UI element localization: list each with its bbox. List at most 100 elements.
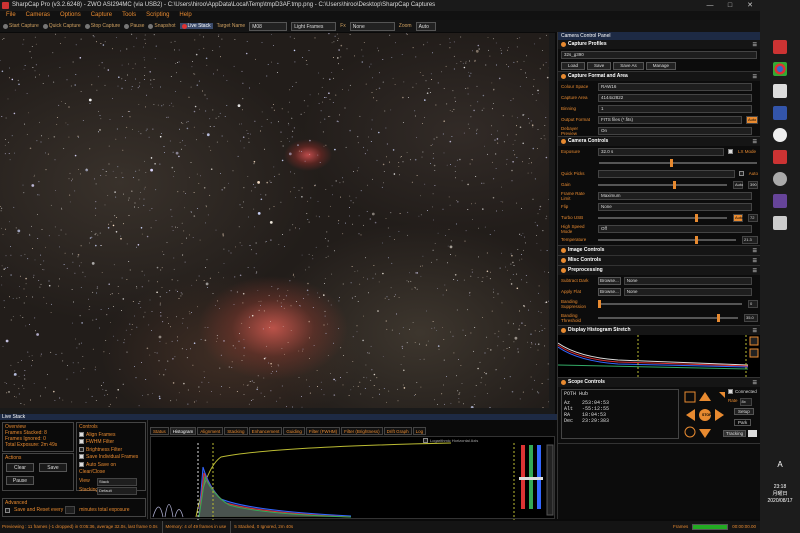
quick-picks-select[interactable]	[598, 169, 735, 178]
app-icon[interactable]	[773, 84, 787, 98]
log-axis-checkbox[interactable]	[423, 438, 428, 444]
frame-rate-select[interactable]: Maximum	[598, 191, 752, 200]
slider-knob[interactable]	[672, 180, 676, 189]
tab-alignment[interactable]: Alignment	[197, 427, 224, 435]
slider-knob[interactable]	[670, 158, 674, 167]
menu-icon[interactable]: ☰	[753, 267, 757, 276]
output-format-select[interactable]: FITS files (*.fits)	[598, 115, 742, 124]
slider-knob[interactable]	[717, 314, 720, 322]
high-speed-select[interactable]: Off	[598, 224, 752, 233]
menu-help[interactable]: Help	[179, 11, 191, 20]
tab-enhancement[interactable]: Enhancement	[248, 427, 283, 435]
fx-select[interactable]: None	[349, 21, 395, 31]
tab-filter-brightness[interactable]: Filter (Brightness)	[341, 427, 383, 435]
gain-auto-button[interactable]: Auto	[733, 180, 743, 189]
preprocessing-header[interactable]: Preprocessing ☰	[558, 266, 760, 275]
setup-button[interactable]: Setup	[734, 408, 754, 415]
stack-histogram-area[interactable]: Logarithmic Horizontal Axis	[150, 436, 555, 520]
menu-icon[interactable]: ☰	[753, 379, 757, 388]
arrow-down-icon[interactable]	[699, 429, 711, 438]
image-controls-header[interactable]: Image Controls ☰	[558, 246, 760, 255]
menu-file[interactable]: File	[6, 11, 16, 20]
tab-log[interactable]: Log	[412, 427, 427, 435]
histogram-reset-icon[interactable]	[749, 336, 759, 346]
turbo-usb-auto-button[interactable]: Auto	[733, 213, 743, 222]
app-icon[interactable]	[773, 106, 787, 120]
minimize-icon[interactable]: —	[700, 0, 720, 11]
system-clock[interactable]: 23:18 月曜日 2020/08/17	[760, 484, 800, 505]
fwhm-filter-option[interactable]: FWHM Filter	[79, 439, 143, 447]
image-vertical-scrollbar[interactable]	[549, 33, 555, 408]
load-profile-button[interactable]: Load	[561, 61, 586, 70]
misc-controls-header[interactable]: Misc Controls ☰	[558, 256, 760, 265]
arrow-ne-icon[interactable]	[719, 392, 725, 398]
exposure-input[interactable]: 32.0 s	[598, 147, 724, 156]
banding-threshold-value[interactable]: 35.0	[744, 314, 758, 322]
subtract-dark-select[interactable]: None	[623, 276, 752, 285]
connected-checkbox[interactable]	[728, 389, 733, 395]
stacking-select[interactable]: Default	[97, 486, 137, 495]
view-select[interactable]: Stack	[97, 477, 137, 486]
turbo-usb-slider[interactable]	[598, 213, 727, 222]
park-button[interactable]: Park	[734, 419, 752, 426]
binning-select[interactable]: 1	[598, 104, 752, 113]
debayer-preview-select[interactable]: On	[598, 126, 752, 135]
checkbox[interactable]	[79, 454, 84, 460]
slider-knob[interactable]	[694, 213, 698, 222]
colour-space-select[interactable]: RAW16	[598, 82, 752, 91]
tab-filter-fwhm[interactable]: Filter (FWHM)	[305, 427, 341, 435]
menu-icon[interactable]: ☰	[753, 247, 757, 256]
close-icon[interactable]: ✕	[740, 0, 760, 11]
lx-mode-checkbox[interactable]	[727, 149, 733, 154]
level-slider[interactable]	[519, 477, 543, 480]
maximize-icon[interactable]: □	[720, 0, 740, 11]
app-icon[interactable]	[773, 172, 787, 186]
tab-status[interactable]: Status	[150, 427, 169, 435]
log-axis-option[interactable]: Logarithmic Horizontal Axis	[423, 438, 478, 444]
pause-stack-button[interactable]: Pause	[6, 476, 34, 485]
camera-controls-header[interactable]: Camera Controls ☰	[558, 137, 760, 146]
app-icon[interactable]	[773, 216, 787, 230]
menu-options[interactable]: Options	[60, 11, 81, 20]
live-stack-button[interactable]: Live Stack	[179, 23, 213, 29]
scope-controls-header[interactable]: Scope Controls ☰	[558, 378, 760, 387]
zoom-select[interactable]: Auto	[415, 21, 436, 31]
zoom-in-icon[interactable]	[684, 391, 696, 403]
menu-icon[interactable]: ☰	[753, 257, 757, 266]
slider-knob[interactable]	[598, 300, 601, 308]
menu-scripting[interactable]: Scripting	[146, 11, 169, 20]
start-capture-button[interactable]: Start Capture	[3, 23, 39, 29]
gain-value[interactable]: 390	[748, 180, 758, 189]
menu-tools[interactable]: Tools	[122, 11, 136, 20]
brightness-filter-option[interactable]: Brightness Filter	[79, 447, 143, 455]
stop-capture-button[interactable]: Stop Capture	[84, 23, 120, 29]
app-icon[interactable]	[773, 128, 787, 142]
tab-histogram[interactable]: Histogram	[169, 427, 197, 435]
manage-profiles-button[interactable]: Manage	[645, 61, 677, 70]
display-histogram[interactable]	[558, 335, 761, 377]
banding-suppression-slider[interactable]	[598, 300, 742, 308]
save-reset-minutes-input[interactable]	[65, 506, 76, 514]
arrow-left-icon[interactable]	[686, 409, 695, 421]
profile-select[interactable]: 32s_g390	[561, 50, 757, 59]
turbo-usb-value[interactable]: 72	[748, 213, 758, 222]
file-explorer-icon[interactable]	[773, 40, 787, 54]
banding-suppression-value[interactable]: 0	[748, 300, 758, 308]
checkbox[interactable]	[79, 431, 84, 437]
tracking-button[interactable]: Tracking	[723, 430, 747, 437]
menu-cameras[interactable]: Cameras	[26, 11, 50, 20]
save-reset-checkbox[interactable]	[5, 507, 10, 513]
menu-icon[interactable]: ☰	[753, 73, 757, 82]
menu-icon[interactable]: ☰	[753, 138, 757, 147]
capture-area-select[interactable]: 4144x2822	[598, 93, 752, 102]
output-format-auto-button[interactable]: Auto	[746, 115, 758, 124]
histogram-auto-icon[interactable]	[749, 348, 759, 358]
crosshair-icon[interactable]	[684, 426, 696, 438]
app-icon[interactable]	[773, 194, 787, 208]
gain-slider[interactable]	[598, 180, 727, 189]
camera-image[interactable]	[0, 33, 555, 408]
save-as-profile-button[interactable]: Save As	[613, 61, 644, 70]
snapshot-button[interactable]: Snapshot	[148, 23, 176, 29]
checkbox[interactable]	[79, 439, 84, 445]
save-stack-button[interactable]: Save	[39, 463, 67, 472]
